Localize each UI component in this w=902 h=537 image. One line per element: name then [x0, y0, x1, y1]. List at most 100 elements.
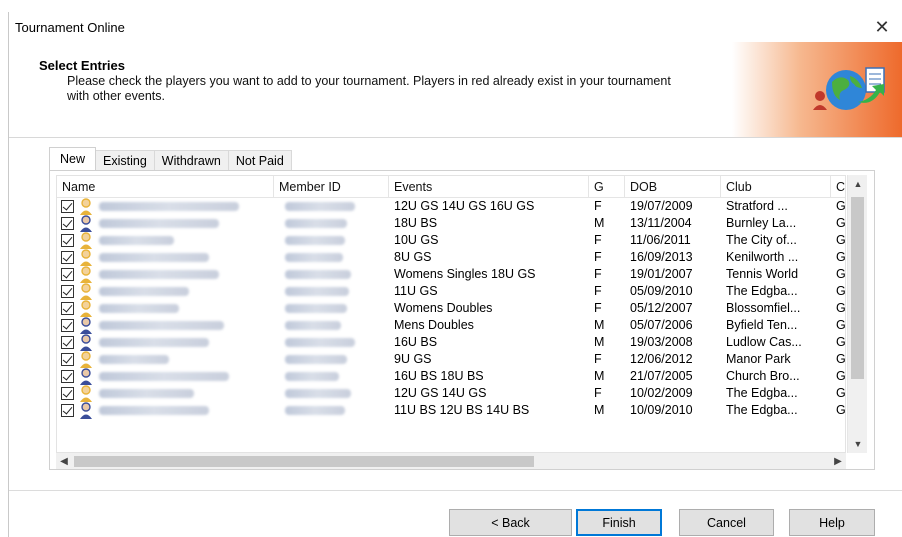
header-description: Please check the players you want to add… — [67, 74, 671, 103]
column-dob[interactable]: DOB — [625, 176, 721, 198]
row-c: G — [836, 216, 846, 230]
redacted-member-id — [285, 202, 355, 211]
redacted-member-id — [285, 406, 345, 415]
row-events: 11U GS — [394, 284, 438, 298]
row-checkbox[interactable] — [61, 285, 74, 298]
row-checkbox[interactable] — [61, 404, 74, 417]
row-c: G — [836, 301, 846, 315]
player-avatar-icon — [80, 385, 92, 402]
table-row[interactable]: 12U GS 14U GS 16U GS F 19/07/2009 Stratford… — [57, 198, 845, 215]
redacted-name — [99, 253, 209, 262]
row-dob: 19/07/2009 — [630, 199, 693, 213]
row-dob: 05/12/2007 — [630, 301, 693, 315]
row-dob: 21/07/2005 — [630, 369, 693, 383]
tab-existing[interactable]: Existing — [95, 150, 155, 170]
row-c: G — [836, 369, 846, 383]
horizontal-scrollbar[interactable]: ◀ ▶ — [56, 453, 846, 469]
scroll-right-arrow-icon[interactable]: ▶ — [830, 453, 846, 469]
scroll-up-arrow-icon[interactable]: ▲ — [848, 175, 868, 193]
row-checkbox[interactable] — [61, 234, 74, 247]
table-row[interactable]: Womens Doubles F 05/12/2007 Blossomfiel... G — [57, 300, 845, 317]
row-events: Mens Doubles — [394, 318, 474, 332]
row-checkbox[interactable] — [61, 353, 74, 366]
row-gender: M — [594, 216, 605, 230]
row-checkbox[interactable] — [61, 217, 74, 230]
redacted-member-id — [285, 321, 341, 330]
row-events: 18U BS — [394, 216, 438, 230]
column-gender[interactable]: G — [589, 176, 625, 198]
row-events: 12U GS 14U GS 16U GS — [394, 199, 535, 213]
row-c: G — [836, 335, 846, 349]
row-c: G — [836, 199, 846, 213]
row-checkbox[interactable] — [61, 302, 74, 315]
row-gender: F — [594, 267, 602, 281]
column-club[interactable]: Club — [721, 176, 831, 198]
column-name[interactable]: Name — [57, 176, 274, 198]
table-row[interactable]: Mens Doubles M 05/07/2006 Byfield Ten... G — [57, 317, 845, 334]
table-row[interactable]: Womens Singles 18U GS F 19/01/2007 Tennis W… — [57, 266, 845, 283]
row-club: Stratford ... — [726, 199, 788, 213]
close-icon: ✕ — [874, 16, 890, 37]
row-checkbox[interactable] — [61, 268, 74, 281]
redacted-member-id — [285, 253, 343, 262]
vertical-scroll-thumb[interactable] — [851, 197, 864, 379]
dialog-window: Tournament Online ✕ Select Entries Pleas… — [8, 12, 902, 537]
column-member-id[interactable]: Member ID — [274, 176, 389, 198]
tab-withdrawn[interactable]: Withdrawn — [153, 150, 229, 170]
help-button[interactable]: Help — [789, 509, 875, 536]
row-c: G — [836, 284, 846, 298]
redacted-name — [99, 372, 229, 381]
redacted-name — [99, 219, 219, 228]
row-checkbox[interactable] — [61, 336, 74, 349]
player-avatar-icon — [80, 266, 92, 283]
horizontal-scroll-thumb[interactable] — [74, 456, 534, 467]
footer-divider — [9, 490, 902, 491]
row-gender: F — [594, 233, 602, 247]
column-events[interactable]: Events — [389, 176, 589, 198]
row-events: 16U BS 18U BS — [394, 369, 484, 383]
redacted-name — [99, 406, 209, 415]
row-gender: F — [594, 301, 602, 315]
row-club: The Edgba... — [726, 386, 798, 400]
row-club: Burnley La... — [726, 216, 797, 230]
row-club: The City of... — [726, 233, 797, 247]
redacted-member-id — [285, 287, 349, 296]
row-checkbox[interactable] — [61, 387, 74, 400]
table-row[interactable]: 16U BS M 19/03/2008 Ludlow Cas... G — [57, 334, 845, 351]
table-row[interactable]: 8U GS F 16/09/2013 Kenilworth ... G — [57, 249, 845, 266]
table-row[interactable]: 12U GS 14U GS F 10/02/2009 The Edgba... G — [57, 385, 845, 402]
back-button[interactable]: < Back — [449, 509, 572, 536]
table-row[interactable]: 18U BS M 13/11/2004 Burnley La... G — [57, 215, 845, 232]
row-checkbox[interactable] — [61, 370, 74, 383]
redacted-member-id — [285, 270, 351, 279]
tab-not-paid[interactable]: Not Paid — [227, 150, 292, 170]
table-row[interactable]: 16U BS 18U BS M 21/07/2005 Church Bro... G — [57, 368, 845, 385]
close-button[interactable]: ✕ — [868, 14, 896, 40]
player-avatar-icon — [80, 368, 92, 385]
row-club: The Edgba... — [726, 403, 798, 417]
table-row[interactable]: 11U GS F 05/09/2010 The Edgba... G — [57, 283, 845, 300]
row-checkbox[interactable] — [61, 251, 74, 264]
row-checkbox[interactable] — [61, 200, 74, 213]
scroll-left-arrow-icon[interactable]: ◀ — [56, 453, 72, 469]
row-c: G — [836, 250, 846, 264]
row-dob: 11/06/2011 — [630, 233, 691, 247]
table-row[interactable]: 11U BS 12U BS 14U BS M 10/09/2010 The Edgba… — [57, 402, 845, 419]
column-c[interactable]: C — [831, 176, 845, 198]
table-row[interactable]: 9U GS F 12/06/2012 Manor Park G — [57, 351, 845, 368]
row-dob: 05/09/2010 — [630, 284, 693, 298]
row-events: Womens Singles 18U GS — [394, 267, 536, 281]
row-checkbox[interactable] — [61, 319, 74, 332]
row-events: 11U BS 12U BS 14U BS — [394, 403, 530, 417]
row-dob: 19/03/2008 — [630, 335, 693, 349]
tab-strip: New Existing Withdrawn Not Paid — [49, 147, 292, 170]
table-row[interactable]: 10U GS F 11/06/2011 The City of... G — [57, 232, 845, 249]
vertical-scrollbar[interactable]: ▲ ▼ — [847, 175, 867, 453]
tab-new[interactable]: New — [49, 147, 97, 170]
row-c: G — [836, 267, 846, 281]
cancel-button[interactable]: Cancel — [679, 509, 774, 536]
scroll-down-arrow-icon[interactable]: ▼ — [848, 435, 868, 453]
finish-button[interactable]: Finish — [576, 509, 662, 536]
redacted-member-id — [285, 219, 347, 228]
redacted-name — [99, 304, 179, 313]
